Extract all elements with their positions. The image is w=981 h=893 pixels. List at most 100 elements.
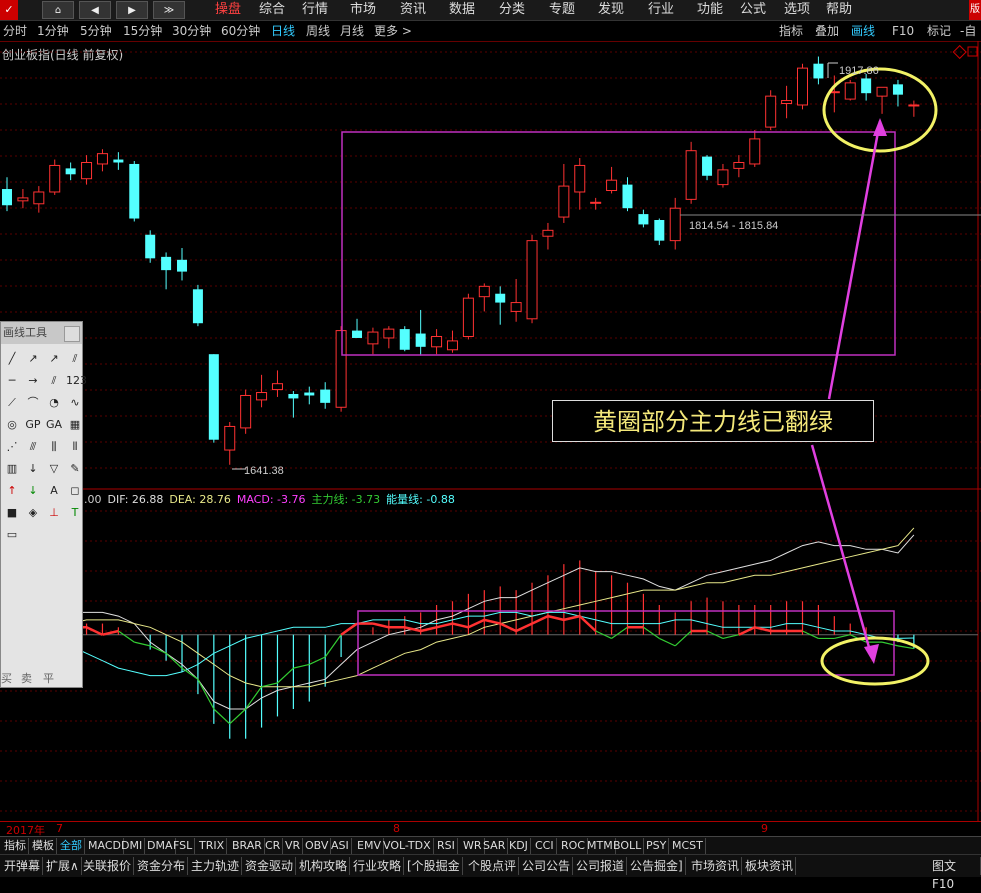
menu-shuju[interactable]: 数据: [449, 0, 475, 20]
buy-tool[interactable]: 买: [1, 670, 12, 686]
arrow-icon[interactable]: ↗: [45, 350, 63, 368]
triangle-icon[interactable]: ▽: [45, 460, 63, 478]
drawing-tool-palette[interactable]: 画线工具 ╱ ↗ ↗ ⫽ ─ → ⫽ 123 ⟋ ⌒ ◔ ∿ ◎ GP GA ▦ ⋰ ⫻ ⫼ ⦀ ▥ ↓ ▽ ✎ ↑ ↓ A ◻ ■ ◈ ⊥…: [0, 321, 87, 688]
app-logo-icon[interactable]: ✓: [0, 0, 18, 20]
arrow-line-icon[interactable]: →: [24, 372, 42, 390]
period-15min[interactable]: 15分钟: [123, 21, 162, 41]
menu-faxian[interactable]: 发现: [598, 0, 624, 20]
menu-fenlei[interactable]: 分类: [499, 0, 525, 20]
more-nav-button[interactable]: ≫: [153, 1, 185, 19]
level-icon[interactable]: ▭: [3, 526, 21, 544]
parallel-icon[interactable]: ⫽: [66, 350, 84, 368]
menu-gongneng[interactable]: 功能: [697, 0, 723, 20]
tool-diejia[interactable]: 叠加: [815, 21, 839, 41]
eraser-icon[interactable]: ◻: [66, 482, 84, 500]
indicator-tab[interactable]: CR: [263, 838, 284, 854]
tool-biaoji[interactable]: 标记: [927, 21, 951, 41]
function-tab[interactable]: 资金分布: [135, 857, 189, 875]
gp-icon[interactable]: GP: [24, 416, 42, 434]
sell-icon[interactable]: T: [66, 504, 84, 522]
function-tab[interactable]: 板块资讯: [743, 857, 797, 875]
line-icon[interactable]: ╱: [3, 350, 21, 368]
indicator-tab[interactable]: 指标: [2, 838, 29, 854]
segment-icon[interactable]: ─: [3, 372, 21, 390]
level-tool[interactable]: 平: [43, 670, 54, 686]
function-tab[interactable]: 行业攻略: [351, 857, 405, 875]
indicator-tab[interactable]: RSI: [435, 838, 458, 854]
gann-icon[interactable]: ◎: [3, 416, 21, 434]
menu-zixun[interactable]: 资讯: [400, 0, 426, 20]
function-tab[interactable]: 主力轨迹: [189, 857, 243, 875]
tool-zhibiao[interactable]: 指标: [779, 21, 803, 41]
indicator-tab[interactable]: MCST: [670, 838, 706, 854]
function-tab[interactable]: 公司报道: [574, 857, 628, 875]
period-5min[interactable]: 5分钟: [80, 21, 112, 41]
indicator-tab[interactable]: TRIX: [197, 838, 228, 854]
indicator-tab[interactable]: DMI: [119, 838, 146, 854]
menu-hangqing[interactable]: 行情: [302, 0, 328, 20]
function-tab[interactable]: [个股掘金: [405, 857, 463, 875]
indicator-tab[interactable]: EMV: [355, 838, 384, 854]
indicator-tab[interactable]: PSY: [644, 838, 670, 854]
fan-icon[interactable]: ⋰: [3, 438, 21, 456]
function-tab[interactable]: 机构攻略: [297, 857, 351, 875]
indicator-tab[interactable]: BRAR: [230, 838, 265, 854]
pencil-icon[interactable]: ✎: [66, 460, 84, 478]
period-daily[interactable]: 日线: [271, 21, 295, 41]
down-arrow-icon[interactable]: ↓: [24, 460, 42, 478]
square-icon[interactable]: ■: [3, 504, 21, 522]
function-tab[interactable]: 关联报价: [81, 857, 135, 875]
menu-bangzhu[interactable]: 帮助: [826, 0, 852, 20]
fib-icon[interactable]: 123: [66, 372, 87, 390]
function-tab[interactable]: 个股点评: [466, 857, 520, 875]
function-tab[interactable]: 公告掘金]: [628, 857, 686, 875]
forward-button[interactable]: ▶: [116, 1, 148, 19]
indicator-tab[interactable]: OBV: [303, 838, 332, 854]
f10-tab[interactable]: 图文F10: [930, 857, 981, 891]
tool-zi[interactable]: -自: [960, 21, 976, 41]
period-fenshi[interactable]: 分时: [3, 21, 27, 41]
menu-caopan[interactable]: 操盘: [215, 0, 241, 20]
menu-zonghe[interactable]: 综合: [259, 0, 285, 20]
period-weekly[interactable]: 周线: [306, 21, 330, 41]
circle-icon[interactable]: ◔: [45, 394, 63, 412]
buy-icon[interactable]: ⊥: [45, 504, 63, 522]
menu-hangye[interactable]: 行业: [648, 0, 674, 20]
bars-icon[interactable]: ▦: [66, 416, 84, 434]
period-monthly[interactable]: 月线: [340, 21, 364, 41]
period-1min[interactable]: 1分钟: [37, 21, 69, 41]
function-tab[interactable]: 资金驱动: [243, 857, 297, 875]
menu-xuanxiang[interactable]: 选项: [784, 0, 810, 20]
home-button[interactable]: ⌂: [42, 1, 74, 19]
back-button[interactable]: ◀: [79, 1, 111, 19]
version-badge[interactable]: 版: [969, 0, 981, 20]
period-more[interactable]: 更多 >: [374, 21, 412, 41]
menu-zhuanti[interactable]: 专题: [549, 0, 575, 20]
cycle-icon[interactable]: ⟋: [3, 394, 21, 412]
period-30min[interactable]: 30分钟: [172, 21, 211, 41]
tool-huaxian[interactable]: 画线: [851, 21, 875, 41]
channel-icon[interactable]: ⫽: [45, 372, 63, 390]
function-tab[interactable]: 开弹幕: [2, 857, 44, 875]
indicator-tab[interactable]: 全部: [58, 838, 85, 854]
speed-icon[interactable]: ⫻: [24, 438, 42, 456]
function-tab[interactable]: 公司公告: [520, 857, 574, 875]
time-icon[interactable]: ⦀: [66, 438, 84, 456]
up-arrow-icon[interactable]: ↑: [3, 482, 21, 500]
ga-icon[interactable]: GA: [45, 416, 63, 434]
arc-icon[interactable]: ⌒: [24, 394, 42, 412]
color-icon[interactable]: ◈: [24, 504, 42, 522]
indicator-tab[interactable]: CCI: [533, 838, 557, 854]
down-green-arrow-icon[interactable]: ↓: [24, 482, 42, 500]
menu-gongshi[interactable]: 公式: [740, 0, 766, 20]
palette-close-icon[interactable]: [64, 326, 80, 342]
sell-tool[interactable]: 卖: [21, 670, 32, 686]
indicator-tab[interactable]: BOLL: [611, 838, 645, 854]
period-60min[interactable]: 60分钟: [221, 21, 260, 41]
box-icon[interactable]: ▥: [3, 460, 21, 478]
indicator-tab[interactable]: VR: [283, 838, 304, 854]
indicator-tab[interactable]: VOL-TDX: [381, 838, 434, 854]
indicator-tab[interactable]: SAR: [481, 838, 509, 854]
pitchfork-icon[interactable]: ⫼: [45, 438, 63, 456]
function-tab[interactable]: 市场资讯: [689, 857, 743, 875]
